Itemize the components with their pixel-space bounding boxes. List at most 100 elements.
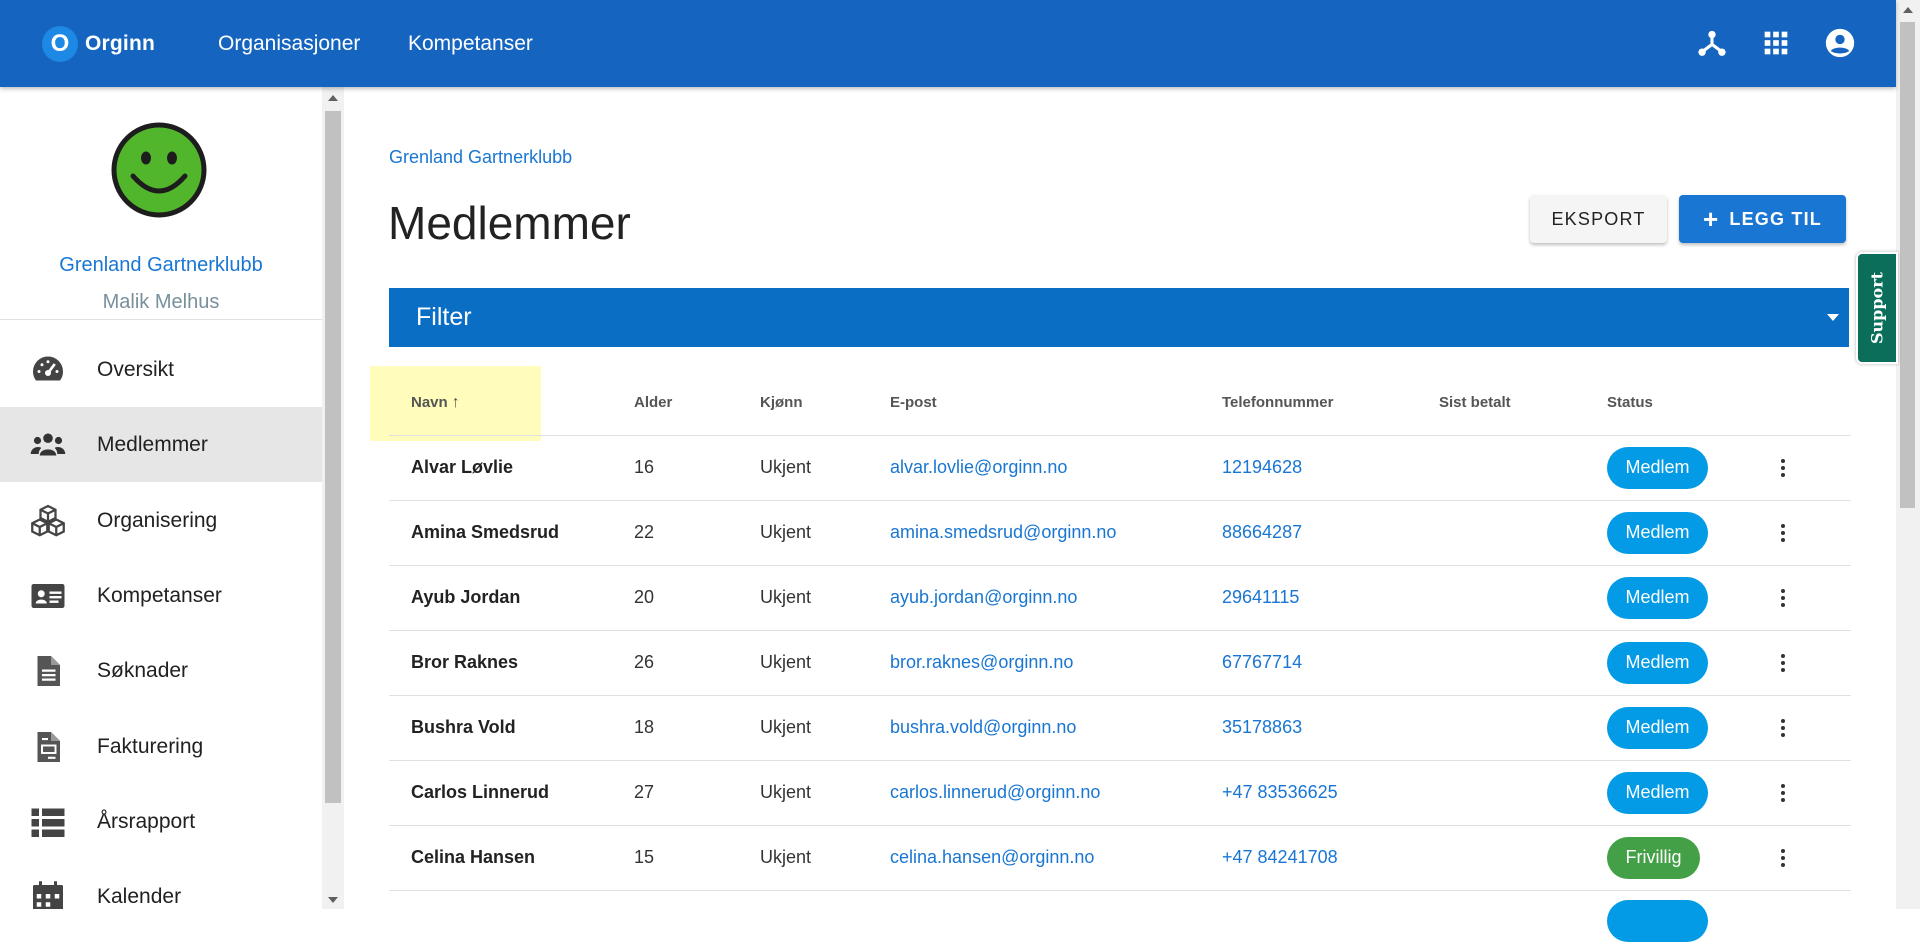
speedometer-icon — [30, 352, 66, 388]
more-vert-icon[interactable] — [1771, 846, 1795, 870]
table-divider — [389, 825, 1851, 826]
table-divider — [389, 565, 1851, 566]
account-circle-icon[interactable] — [1823, 26, 1857, 60]
sidebar-item-soknader[interactable]: Søknader — [0, 633, 322, 708]
member-gender: Ukjent — [760, 521, 812, 542]
status-badge-partial[interactable] — [1607, 900, 1708, 942]
sidebar: Grenland Gartnerklubb Malik Melhus Overs… — [0, 87, 322, 909]
member-phone-link[interactable]: 29641115 — [1222, 587, 1299, 608]
column-header-sist-betalt[interactable]: Sist betalt — [1439, 394, 1511, 411]
member-phone-link[interactable]: 88664287 — [1222, 522, 1302, 543]
sidebar-item-organisering[interactable]: Organisering — [0, 483, 322, 558]
app-bar: O Orginn Organisasjoner Kompetanser — [0, 0, 1896, 87]
more-vert-icon[interactable] — [1771, 716, 1795, 740]
member-gender: Ukjent — [760, 651, 812, 672]
member-phone-link[interactable]: 67767714 — [1222, 652, 1302, 673]
member-name[interactable]: Alvar Løvlie — [411, 457, 513, 478]
more-vert-icon[interactable] — [1771, 521, 1795, 545]
column-header-navn[interactable]: Navn ↑ — [411, 394, 460, 412]
member-name[interactable]: Carlos Linnerud — [411, 782, 549, 803]
member-email-link[interactable]: amina.smedsrud@orginn.no — [890, 522, 1116, 543]
scroll-up-arrow-icon[interactable] — [328, 95, 338, 101]
member-phone-link[interactable]: 12194628 — [1222, 457, 1302, 478]
organization-name[interactable]: Grenland Gartnerklubb — [0, 254, 322, 277]
column-header-epost[interactable]: E-post — [890, 394, 937, 411]
page-scrollbar[interactable] — [1896, 0, 1920, 909]
status-badge[interactable]: Medlem — [1607, 511, 1708, 554]
member-age: 26 — [634, 651, 655, 672]
member-name[interactable]: Bror Raknes — [411, 652, 518, 673]
calendar-icon — [30, 879, 66, 909]
member-email-link[interactable]: ayub.jordan@orginn.no — [890, 587, 1077, 608]
status-badge[interactable]: Medlem — [1607, 641, 1708, 684]
sidebar-item-label: Kompetanser — [97, 583, 222, 607]
member-gender: Ukjent — [760, 456, 812, 477]
apps-grid-icon[interactable] — [1759, 26, 1793, 60]
more-vert-icon[interactable] — [1771, 586, 1795, 610]
sidebar-item-label: Medlemmer — [97, 432, 208, 456]
status-badge[interactable]: Frivillig — [1607, 836, 1700, 879]
column-header-telefonnummer[interactable]: Telefonnummer — [1222, 394, 1333, 411]
add-member-button[interactable]: + LEGG TIL — [1679, 195, 1846, 243]
hub-icon[interactable] — [1695, 26, 1729, 60]
nav-organisasjoner[interactable]: Organisasjoner — [218, 32, 360, 56]
member-email-link[interactable]: celina.hansen@orginn.no — [890, 847, 1094, 868]
member-age: 22 — [634, 521, 655, 542]
member-gender: Ukjent — [760, 781, 812, 802]
scroll-down-arrow-icon[interactable] — [328, 897, 338, 903]
column-header-kjonn[interactable]: Kjønn — [760, 394, 803, 411]
user-name: Malik Melhus — [102, 291, 220, 313]
status-badge[interactable]: Medlem — [1607, 446, 1708, 489]
member-email-link[interactable]: bror.raknes@orginn.no — [890, 652, 1073, 673]
column-header-status[interactable]: Status — [1607, 394, 1653, 411]
member-email-link[interactable]: alvar.lovlie@orginn.no — [890, 457, 1067, 478]
member-email-link[interactable]: carlos.linnerud@orginn.no — [890, 782, 1100, 803]
member-name[interactable]: Celina Hansen — [411, 847, 535, 868]
sidebar-item-label: Organisering — [97, 508, 218, 532]
member-name[interactable]: Bushra Vold — [411, 717, 516, 738]
member-email-link[interactable]: bushra.vold@orginn.no — [890, 717, 1076, 738]
more-vert-icon[interactable] — [1771, 456, 1795, 480]
cubes-icon — [30, 503, 66, 539]
support-tab[interactable]: Support — [1856, 252, 1898, 364]
status-badge[interactable]: Medlem — [1607, 771, 1708, 814]
more-vert-icon[interactable] — [1771, 781, 1795, 805]
page-scrollbar-thumb[interactable] — [1900, 22, 1915, 508]
chevron-down-icon — [1827, 314, 1839, 321]
more-vert-icon[interactable] — [1771, 651, 1795, 675]
add-button-label: LEGG TIL — [1729, 208, 1822, 229]
sidebar-item-label: Årsrapport — [97, 809, 196, 833]
status-badge[interactable]: Medlem — [1607, 706, 1708, 749]
member-name[interactable]: Ayub Jordan — [411, 587, 520, 608]
breadcrumb[interactable]: Grenland Gartnerklubb — [389, 147, 572, 168]
invoice-icon — [30, 729, 66, 765]
nav-kompetanser[interactable]: Kompetanser — [408, 32, 533, 56]
brand-name: Orginn — [85, 32, 156, 55]
sidebar-item-oversikt[interactable]: Oversikt — [0, 332, 322, 407]
status-badge[interactable]: Medlem — [1607, 576, 1708, 619]
export-button[interactable]: EKSPORT — [1530, 195, 1667, 243]
member-phone-link[interactable]: +47 84241708 — [1222, 847, 1338, 868]
filter-panel-header[interactable]: Filter — [389, 288, 1849, 347]
sort-ascending-icon: ↑ — [451, 394, 460, 411]
member-gender: Ukjent — [760, 846, 812, 867]
member-phone-link[interactable]: 35178863 — [1222, 717, 1302, 738]
sidebar-item-kompetanser[interactable]: Kompetanser — [0, 558, 322, 633]
member-age: 18 — [634, 716, 655, 737]
table-divider — [389, 695, 1851, 696]
sidebar-item-arsrapport[interactable]: Årsrapport — [0, 784, 322, 859]
sidebar-item-medlemmer[interactable]: Medlemmer — [0, 407, 322, 482]
member-phone-link[interactable]: +47 83536625 — [1222, 782, 1338, 803]
scroll-up-arrow-icon[interactable] — [1903, 7, 1913, 13]
sidebar-scrollbar-thumb[interactable] — [325, 111, 341, 803]
sidebar-item-kalender[interactable]: Kalender — [0, 859, 322, 909]
filter-label: Filter — [416, 303, 472, 331]
sidebar-item-fakturering[interactable]: Fakturering — [0, 709, 322, 784]
member-age: 27 — [634, 781, 655, 802]
sidebar-divider — [0, 319, 322, 320]
brand-logo-link[interactable]: O Orginn — [42, 24, 155, 64]
column-header-alder[interactable]: Alder — [634, 394, 672, 411]
people-icon — [30, 427, 66, 463]
member-name[interactable]: Amina Smedsrud — [411, 522, 559, 543]
sidebar-scrollbar[interactable] — [322, 87, 344, 909]
